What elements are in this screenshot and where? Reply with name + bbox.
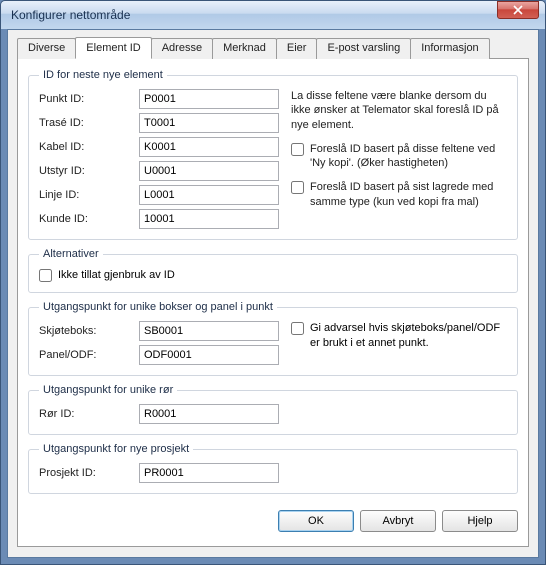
dialog-window: Konfigurer nettområde Diverse Element ID… bbox=[0, 0, 546, 565]
prosjekt-id-input[interactable] bbox=[139, 463, 279, 483]
tab-eier[interactable]: Eier bbox=[276, 38, 318, 59]
group-next-id-legend: ID for neste nye element bbox=[39, 69, 167, 81]
tab-diverse[interactable]: Diverse bbox=[17, 38, 76, 59]
linje-id-label: Linje ID: bbox=[39, 189, 139, 201]
punkt-id-label: Punkt ID: bbox=[39, 93, 139, 105]
tab-epost-varsling[interactable]: E-post varsling bbox=[316, 38, 411, 59]
tab-element-id[interactable]: Element ID bbox=[75, 37, 151, 59]
kabel-id-input[interactable] bbox=[139, 137, 279, 157]
panel-odf-input[interactable] bbox=[139, 345, 279, 365]
kunde-id-label: Kunde ID: bbox=[39, 213, 139, 225]
tab-content: ID for neste nye element Punkt ID: Trasé… bbox=[17, 58, 529, 547]
chk-sist-lagrede[interactable] bbox=[291, 181, 304, 194]
avbryt-button[interactable]: Avbryt bbox=[360, 510, 436, 532]
chk-ny-kopi-label: Foreslå ID basert på disse feltene ved '… bbox=[310, 142, 507, 171]
punkt-id-input[interactable] bbox=[139, 89, 279, 109]
tab-adresse[interactable]: Adresse bbox=[151, 38, 213, 59]
group-next-id: ID for neste nye element Punkt ID: Trasé… bbox=[28, 69, 518, 240]
close-icon bbox=[513, 5, 523, 15]
kabel-id-label: Kabel ID: bbox=[39, 141, 139, 153]
skjoteboks-input[interactable] bbox=[139, 321, 279, 341]
group-bokser-panel-legend: Utgangspunkt for unike bokser og panel i… bbox=[39, 301, 277, 313]
group-ror-legend: Utgangspunkt for unike rør bbox=[39, 384, 177, 396]
panel-odf-label: Panel/ODF: bbox=[39, 349, 139, 361]
group-alternativer-legend: Alternativer bbox=[39, 248, 103, 260]
prosjekt-id-label: Prosjekt ID: bbox=[39, 467, 139, 479]
utstyr-id-label: Utstyr ID: bbox=[39, 165, 139, 177]
linje-id-input[interactable] bbox=[139, 185, 279, 205]
kunde-id-input[interactable] bbox=[139, 209, 279, 229]
titlebar: Konfigurer nettområde bbox=[1, 1, 545, 29]
dialog-buttons: OK Avbryt Hjelp bbox=[28, 510, 518, 532]
trase-id-input[interactable] bbox=[139, 113, 279, 133]
client-area: Diverse Element ID Adresse Merknad Eier … bbox=[7, 29, 539, 558]
tab-bar: Diverse Element ID Adresse Merknad Eier … bbox=[17, 38, 529, 59]
ror-id-input[interactable] bbox=[139, 404, 279, 424]
group-ror: Utgangspunkt for unike rør Rør ID: bbox=[28, 384, 518, 435]
hjelp-button[interactable]: Hjelp bbox=[442, 510, 518, 532]
chk-warn-reuse-label: Gi advarsel hvis skjøteboks/panel/ODF er… bbox=[310, 321, 507, 350]
chk-warn-reuse[interactable] bbox=[291, 322, 304, 335]
tab-merknad[interactable]: Merknad bbox=[212, 38, 277, 59]
group-prosjekt-legend: Utgangspunkt for nye prosjekt bbox=[39, 443, 193, 455]
group-prosjekt: Utgangspunkt for nye prosjekt Prosjekt I… bbox=[28, 443, 518, 494]
chk-sist-lagrede-label: Foreslå ID basert på sist lagrede med sa… bbox=[310, 180, 507, 209]
group-alternativer: Alternativer Ikke tillat gjenbruk av ID bbox=[28, 248, 518, 293]
utstyr-id-input[interactable] bbox=[139, 161, 279, 181]
chk-ny-kopi[interactable] bbox=[291, 143, 304, 156]
ror-id-label: Rør ID: bbox=[39, 408, 139, 420]
close-button[interactable] bbox=[497, 1, 539, 19]
trase-id-label: Trasé ID: bbox=[39, 117, 139, 129]
ok-button[interactable]: OK bbox=[278, 510, 354, 532]
group-bokser-panel: Utgangspunkt for unike bokser og panel i… bbox=[28, 301, 518, 376]
skjoteboks-label: Skjøteboks: bbox=[39, 325, 139, 337]
window-title: Konfigurer nettområde bbox=[11, 8, 541, 22]
next-id-note: La disse feltene være blanke dersom du i… bbox=[291, 89, 507, 132]
tab-informasjon[interactable]: Informasjon bbox=[410, 38, 489, 59]
chk-reuse-id-label: Ikke tillat gjenbruk av ID bbox=[58, 268, 507, 282]
chk-reuse-id[interactable] bbox=[39, 269, 52, 282]
